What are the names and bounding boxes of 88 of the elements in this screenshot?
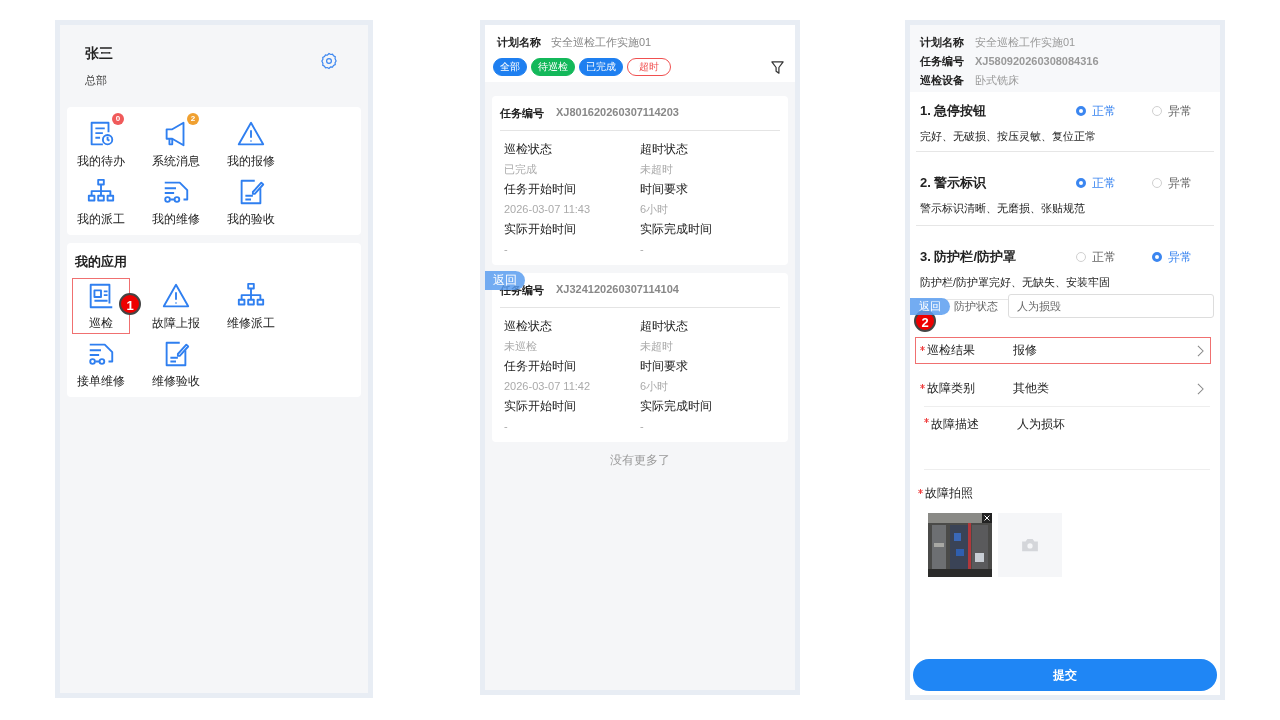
field-label: 巡检状态 bbox=[504, 142, 553, 157]
check-item-title: 3. 防护栏/防护罩 bbox=[920, 248, 1018, 266]
filter-chip[interactable]: 已完成 bbox=[579, 58, 623, 76]
info-value: XJ580920260308084316 bbox=[975, 54, 1099, 69]
field-value: - bbox=[504, 419, 509, 434]
check-item-description: 完好、无破损、按压灵敏、复位正常 bbox=[920, 130, 1097, 144]
radio-option[interactable]: 异常 bbox=[1152, 249, 1210, 265]
field-label: 时间要求 bbox=[640, 359, 689, 374]
field-label: 时间要求 bbox=[640, 182, 689, 197]
field-value: 6小时 bbox=[640, 379, 670, 394]
end-of-list-text: 没有更多了 bbox=[609, 453, 671, 468]
info-value: 卧式铣床 bbox=[975, 73, 1019, 88]
radio-option[interactable]: 异常 bbox=[1152, 175, 1210, 191]
field-label: 实际开始时间 bbox=[504, 399, 577, 414]
filter-chip[interactable]: 超时 bbox=[627, 58, 671, 76]
field-value: - bbox=[640, 419, 645, 434]
submit-button[interactable]: 提交 bbox=[913, 659, 1217, 691]
department: 总部 bbox=[85, 73, 108, 88]
shortcut-label: 我的维修 bbox=[152, 212, 200, 227]
shortcut-tile[interactable]: 我的维修 bbox=[148, 175, 204, 229]
task-number: XJ324120260307114104 bbox=[556, 283, 679, 297]
app-label: 接单维修 bbox=[77, 374, 125, 389]
shortcut-label: 系统消息 bbox=[152, 154, 200, 169]
task-card[interactable]: 任务编号 XJ801620260307114203 巡检状态 已完成 超时状态 未超时 任务开始时间 2026-03-07 11:43 时间要求 6小时 实际开始时间 - 实际完成时间 - bbox=[492, 96, 788, 265]
camera-icon bbox=[1021, 538, 1039, 552]
app-label: 巡检 bbox=[89, 316, 113, 331]
section-title: 我的应用 bbox=[74, 253, 128, 271]
field-value: 已完成 bbox=[504, 162, 538, 177]
info-label: 任务编号 bbox=[920, 54, 964, 69]
field-value: 6小时 bbox=[640, 202, 670, 217]
check-item-description: 警示标识清晰、无磨损、张贴规范 bbox=[920, 202, 1086, 216]
photo-label: 故障拍照 bbox=[925, 486, 973, 501]
field-value: 2026-03-07 11:43 bbox=[504, 202, 592, 217]
shortcut-tile[interactable]: 我的验收 bbox=[223, 175, 279, 229]
plan-name: 安全巡检工作实施01 bbox=[551, 35, 652, 50]
info-value: 安全巡检工作实施01 bbox=[975, 35, 1076, 50]
field-label: 超时状态 bbox=[640, 319, 689, 334]
count-badge: 2 bbox=[187, 113, 199, 125]
shortcut-label: 我的验收 bbox=[227, 212, 275, 227]
form-row[interactable]: 故障描述 人为损坏 bbox=[924, 406, 1210, 470]
filter-icon[interactable] bbox=[770, 59, 785, 75]
task-number-label: 任务编号 bbox=[500, 106, 544, 121]
input-field[interactable]: 人为损毁 bbox=[1008, 294, 1214, 318]
radio-option[interactable]: 正常 bbox=[1076, 249, 1134, 265]
task-number: XJ801620260307114203 bbox=[556, 106, 679, 120]
field-label: 实际完成时间 bbox=[640, 222, 713, 237]
shortcut-label: 我的待办 bbox=[77, 154, 125, 169]
app-label: 维修验收 bbox=[152, 374, 200, 389]
plan-label: 计划名称 bbox=[497, 35, 541, 50]
radio-option[interactable]: 异常 bbox=[1152, 103, 1210, 119]
app-label: 维修派工 bbox=[227, 316, 275, 331]
app-label: 故障上报 bbox=[152, 316, 200, 331]
filter-chip[interactable]: 全部 bbox=[493, 58, 527, 76]
radio-option[interactable]: 正常 bbox=[1076, 103, 1134, 119]
radio-option[interactable]: 正常 bbox=[1076, 175, 1134, 191]
field-label: 任务开始时间 bbox=[504, 182, 577, 197]
info-label: 巡检设备 bbox=[920, 73, 964, 88]
info-label: 计划名称 bbox=[920, 35, 964, 50]
shortcut-label: 我的报修 bbox=[227, 154, 275, 169]
app-tile[interactable]: 维修验收 bbox=[148, 337, 204, 391]
field-label: 超时状态 bbox=[640, 142, 689, 157]
field-label: 实际开始时间 bbox=[504, 222, 577, 237]
field-value: 未超时 bbox=[640, 162, 674, 177]
form-row[interactable]: 巡检结果 报修 bbox=[916, 338, 1210, 363]
field-value: - bbox=[504, 242, 509, 257]
shortcut-tile[interactable]: 我的派工 bbox=[73, 175, 129, 229]
form-row[interactable]: 故障类别 其他类 bbox=[916, 371, 1210, 406]
settings-icon[interactable] bbox=[320, 52, 338, 70]
step-marker: 1 bbox=[119, 293, 141, 315]
field-value: 2026-03-07 11:42 bbox=[504, 379, 592, 394]
field-label: 实际完成时间 bbox=[640, 399, 713, 414]
check-item-title: 2. 警示标识 bbox=[920, 174, 988, 192]
app-tile[interactable]: 接单维修 bbox=[73, 337, 129, 391]
field-label: 防护状态 bbox=[954, 298, 998, 314]
count-badge: 0 bbox=[112, 113, 124, 125]
close-icon[interactable] bbox=[982, 513, 992, 523]
field-label: 巡检状态 bbox=[504, 319, 553, 334]
field-value: 未超时 bbox=[640, 339, 674, 354]
check-item-description: 防护栏/防护罩完好、无缺失、安装牢固 bbox=[920, 276, 1111, 290]
shortcut-tile[interactable]: 我的报修 bbox=[223, 117, 279, 171]
shortcut-label: 我的派工 bbox=[77, 212, 125, 227]
user-name: 张三 bbox=[85, 45, 113, 63]
field-value: 未巡检 bbox=[504, 339, 538, 354]
app-tile[interactable]: 维修派工 bbox=[223, 279, 279, 333]
field-label: 任务开始时间 bbox=[504, 359, 577, 374]
app-tile[interactable]: 故障上报 bbox=[148, 279, 204, 333]
field-value: - bbox=[640, 242, 645, 257]
check-item-title: 1. 急停按钮 bbox=[920, 102, 988, 120]
